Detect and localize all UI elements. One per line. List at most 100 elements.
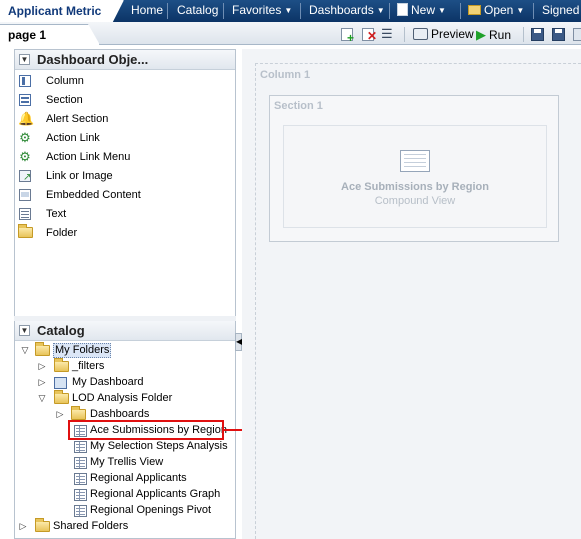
section-label: Section 1 bbox=[274, 100, 323, 112]
list-icon: ☰ bbox=[381, 26, 393, 41]
save-as-label-area bbox=[555, 29, 562, 33]
collapse-chevron-icon[interactable]: ▼ bbox=[19, 54, 30, 65]
nav-new-menu[interactable]: New ▼ bbox=[397, 0, 446, 22]
tree-item-label: _filters bbox=[72, 360, 105, 372]
nav-dashboards-menu[interactable]: Dashboards ▼ bbox=[309, 0, 385, 22]
collapsed-triangle-icon[interactable]: ▷ bbox=[54, 407, 66, 422]
collapsed-triangle-icon[interactable]: ▷ bbox=[36, 375, 48, 390]
open-folder-icon bbox=[468, 5, 481, 15]
plus-icon: + bbox=[347, 31, 355, 45]
add-page-button[interactable]: + bbox=[340, 27, 356, 45]
view-type: Compound View bbox=[374, 195, 456, 207]
nav-divider bbox=[533, 3, 534, 19]
compound-view-icon bbox=[400, 150, 430, 172]
folder-icon bbox=[54, 358, 69, 372]
tree-item-label: Regional Applicants bbox=[90, 472, 187, 484]
expand-triangle-icon[interactable]: ▽ bbox=[19, 343, 31, 358]
dashboard-toolbar: page 1 + ✕ ☰ Preview ▶ Run bbox=[0, 22, 581, 45]
tree-item-label: LOD Analysis Folder bbox=[72, 392, 173, 404]
tree-item-regional-applicants[interactable]: Regional Applicants bbox=[72, 471, 222, 487]
global-header: Applicant Metric Home Catalog Favorites ▼… bbox=[0, 0, 581, 22]
save-as-button[interactable] bbox=[552, 27, 566, 43]
tab-page-1-label: page 1 bbox=[8, 28, 47, 42]
tree-item-label: My Selection Steps Analysis bbox=[90, 440, 228, 452]
nav-signed-in-label: Signed I bbox=[542, 3, 581, 17]
nav-divider bbox=[300, 3, 301, 19]
analysis-report-icon bbox=[74, 489, 87, 501]
expand-triangle-icon[interactable]: ▽ bbox=[36, 391, 48, 406]
catalog-title: Catalog bbox=[37, 323, 85, 338]
toolbar-divider bbox=[523, 27, 524, 42]
tree-item-my-dashboard[interactable]: ▷ My Dashboard bbox=[36, 375, 216, 391]
nav-new-label: New bbox=[411, 3, 436, 17]
folder-icon bbox=[35, 518, 50, 532]
run-play-icon: ▶ bbox=[476, 27, 486, 42]
save-button[interactable] bbox=[531, 27, 545, 43]
tree-item-label: Shared Folders bbox=[53, 520, 129, 532]
tree-item-lod-analysis-folder[interactable]: ▽ LOD Analysis Folder bbox=[36, 390, 216, 407]
view-title: Ace Submissions by Region bbox=[341, 181, 489, 193]
column-label: Column 1 bbox=[260, 69, 311, 81]
tree-item-regional-applicants-graph[interactable]: Regional Applicants Graph bbox=[72, 487, 222, 503]
tree-item-filters[interactable]: ▷ _filters bbox=[36, 358, 216, 375]
nav-favorites-label: Favorites bbox=[232, 3, 282, 17]
tree-item-label: My Dashboard bbox=[72, 376, 144, 388]
dashboard-objects-header[interactable]: ▼ Dashboard Obje... bbox=[15, 50, 235, 70]
dashboard-icon bbox=[54, 377, 67, 389]
run-button[interactable]: ▶ Run bbox=[476, 27, 511, 43]
object-column-label: Column bbox=[46, 75, 84, 87]
pane-splitter[interactable] bbox=[14, 316, 236, 321]
collapsed-triangle-icon[interactable]: ▷ bbox=[17, 519, 29, 534]
tree-item-label: Regional Applicants Graph bbox=[90, 488, 221, 500]
delete-x-icon: ✕ bbox=[367, 29, 378, 43]
nav-home-link[interactable]: Home bbox=[131, 0, 163, 22]
tree-item-label: My Folders bbox=[53, 343, 112, 358]
nav-home-label: Home bbox=[131, 3, 164, 17]
analysis-report-icon bbox=[74, 473, 87, 485]
nav-open-menu[interactable]: Open ▼ bbox=[468, 0, 524, 22]
dashboard-objects-title: Dashboard Obje... bbox=[37, 52, 149, 67]
catalog-header[interactable]: ▼ Catalog bbox=[15, 321, 235, 341]
analysis-report-icon bbox=[74, 441, 87, 453]
nav-divider bbox=[223, 3, 224, 19]
object-alert-section-label: Alert Section bbox=[46, 113, 109, 125]
new-doc-icon bbox=[397, 3, 408, 16]
app-title-tab: Applicant Metric bbox=[0, 0, 124, 22]
tab-page-1[interactable]: page 1 bbox=[0, 24, 100, 45]
nav-signed-in-menu[interactable]: Signed I bbox=[542, 0, 581, 22]
delete-page-button[interactable]: ✕ bbox=[361, 27, 377, 43]
preview-button[interactable]: Preview bbox=[413, 27, 474, 43]
nav-catalog-link[interactable]: Catalog bbox=[177, 0, 218, 22]
tree-item-my-trellis-view[interactable]: My Trellis View bbox=[72, 455, 222, 471]
tools-icon bbox=[573, 28, 581, 41]
folder-icon bbox=[18, 224, 33, 238]
object-action-link-menu-label: Action Link Menu bbox=[46, 151, 131, 163]
tree-item-my-selection-steps[interactable]: My Selection Steps Analysis bbox=[72, 439, 232, 455]
chevron-down-icon: ▼ bbox=[376, 6, 385, 15]
run-label: Run bbox=[489, 28, 512, 42]
tree-item-label: My Trellis View bbox=[90, 456, 164, 468]
compound-view-placeholder[interactable] bbox=[283, 125, 547, 228]
more-tools-button[interactable] bbox=[573, 27, 581, 43]
tree-item-my-folders[interactable]: ▽ My Folders bbox=[17, 342, 217, 359]
preview-label: Preview bbox=[431, 27, 474, 41]
properties-list-button[interactable]: ☰ bbox=[381, 27, 397, 43]
nav-catalog-label: Catalog bbox=[177, 3, 219, 17]
nav-favorites-menu[interactable]: Favorites ▼ bbox=[232, 0, 292, 22]
tree-item-label: Regional Openings Pivot bbox=[90, 504, 212, 516]
tree-item-shared-folders[interactable]: ▷ Shared Folders bbox=[17, 518, 217, 535]
collapse-chevron-icon[interactable]: ▼ bbox=[19, 325, 30, 336]
section-icon bbox=[18, 93, 32, 107]
tree-item-regional-openings-pivot[interactable]: Regional Openings Pivot bbox=[72, 503, 222, 519]
object-action-link-label: Action Link bbox=[46, 132, 100, 144]
object-folder-label: Folder bbox=[46, 227, 78, 239]
folder-icon bbox=[35, 342, 50, 356]
nav-divider bbox=[460, 3, 461, 19]
collapse-left-pane-handle[interactable]: ◀ bbox=[235, 333, 242, 351]
embed-icon bbox=[18, 188, 32, 202]
object-text-label: Text bbox=[46, 208, 67, 220]
preview-icon bbox=[413, 28, 428, 40]
nav-divider bbox=[167, 3, 168, 19]
collapsed-triangle-icon[interactable]: ▷ bbox=[36, 359, 48, 374]
folder-icon bbox=[54, 390, 69, 404]
